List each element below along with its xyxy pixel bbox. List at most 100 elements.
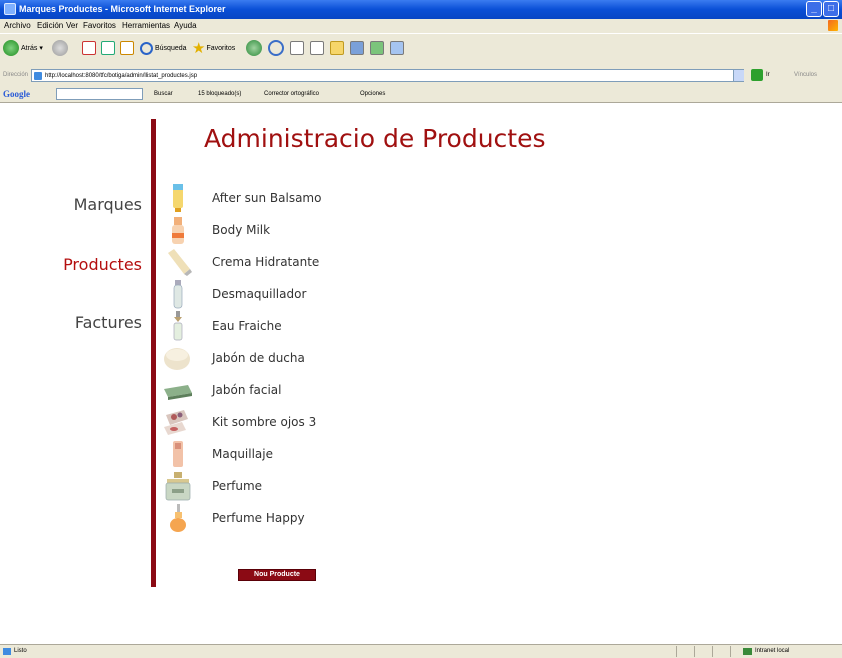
status-text: Listo xyxy=(14,648,27,654)
edit-button[interactable] xyxy=(310,39,324,57)
product-row[interactable]: After sun Balsamo xyxy=(162,183,412,213)
product-name[interactable]: After sun Balsamo xyxy=(212,191,321,205)
search-label: Búsqueda xyxy=(155,44,187,52)
standard-toolbar: Atrás ▾ Búsqueda ★ Favoritos xyxy=(0,33,842,64)
eyeshadow-kit-icon xyxy=(164,410,188,435)
product-name[interactable]: Crema Hidratante xyxy=(212,255,319,269)
forward-arrow-icon xyxy=(52,40,68,56)
product-row[interactable]: Body Milk xyxy=(162,215,412,245)
google-logo[interactable]: Google xyxy=(3,89,30,99)
bottle-clear-icon xyxy=(173,280,183,309)
back-button[interactable]: Atrás ▾ xyxy=(3,39,43,57)
forward-button[interactable] xyxy=(52,39,68,57)
history-button[interactable] xyxy=(246,39,262,57)
media-icon xyxy=(390,41,404,55)
status-divider xyxy=(712,646,713,657)
media-button[interactable] xyxy=(390,39,404,57)
refresh-button[interactable] xyxy=(101,39,115,57)
links-label[interactable]: Vínculos xyxy=(794,72,817,78)
research-button[interactable] xyxy=(350,39,364,57)
chevron-down-icon: ▾ xyxy=(39,45,43,52)
status-divider xyxy=(676,646,677,657)
page-icon xyxy=(34,72,42,80)
vertical-divider xyxy=(151,119,156,587)
url-field[interactable]: http://localhost:8080/tfc/botiga/admin/l… xyxy=(31,69,744,82)
messenger-button[interactable] xyxy=(370,39,384,57)
page-done-icon xyxy=(3,648,11,655)
product-name[interactable]: Maquillaje xyxy=(212,447,273,461)
tube-yellow-icon xyxy=(173,184,183,212)
product-name[interactable]: Body Milk xyxy=(212,223,270,237)
jar-icon xyxy=(164,348,190,370)
product-name[interactable]: Jabón facial xyxy=(212,383,281,397)
folder-button[interactable] xyxy=(330,39,344,57)
nav-productes[interactable]: Productes xyxy=(63,255,142,274)
nav-factures[interactable]: Factures xyxy=(75,313,142,332)
window-title: Marques Productes - Microsoft Internet E… xyxy=(19,4,226,14)
print-button[interactable] xyxy=(290,39,304,57)
product-row[interactable]: Jabón de ducha xyxy=(162,343,412,373)
product-name[interactable]: Jabón de ducha xyxy=(212,351,305,365)
ie-icon xyxy=(4,3,16,15)
google-search-input[interactable] xyxy=(56,88,143,100)
menu-edicion[interactable]: Edición xyxy=(37,21,63,30)
product-row[interactable]: Perfume Happy xyxy=(162,503,412,533)
print-icon xyxy=(290,41,304,55)
new-product-button[interactable]: Nou Producte xyxy=(238,569,316,581)
product-row[interactable]: Jabón facial xyxy=(162,375,412,405)
google-toolbar: Google Buscar 15 bloqueado(s) Corrector … xyxy=(0,86,842,103)
product-row[interactable]: Eau Fraiche xyxy=(162,311,412,341)
page-title: Administracio de Productes xyxy=(204,124,546,153)
stop-button[interactable] xyxy=(82,39,96,57)
minimize-button[interactable]: _ xyxy=(806,1,822,17)
favorites-button[interactable]: ★ Favoritos xyxy=(192,39,235,57)
home-icon xyxy=(120,41,134,55)
product-row[interactable]: Maquillaje xyxy=(162,439,412,469)
product-row[interactable]: Desmaquillador xyxy=(162,279,412,309)
mail-icon xyxy=(268,40,284,56)
messenger-icon xyxy=(370,41,384,55)
nav-marques[interactable]: Marques xyxy=(74,195,142,214)
menu-favoritos[interactable]: Favoritos xyxy=(83,21,116,30)
product-row[interactable]: Crema Hidratante xyxy=(162,247,412,277)
go-arrow-icon[interactable] xyxy=(751,69,763,81)
product-name[interactable]: Desmaquillador xyxy=(212,287,306,301)
search-icon xyxy=(140,41,153,55)
google-search-button[interactable]: Buscar xyxy=(154,91,173,97)
home-button[interactable] xyxy=(120,39,134,57)
research-icon xyxy=(350,41,364,55)
product-name[interactable]: Perfume Happy xyxy=(212,511,305,525)
menu-ayuda[interactable]: Ayuda xyxy=(174,21,197,30)
intranet-icon xyxy=(743,648,752,655)
edit-icon xyxy=(310,41,324,55)
status-divider xyxy=(694,646,695,657)
go-label[interactable]: Ir xyxy=(766,72,770,78)
bottle-orange-icon xyxy=(172,217,184,244)
popup-blocked-count[interactable]: 15 bloqueado(s) xyxy=(198,91,241,97)
menu-ver[interactable]: Ver xyxy=(66,21,78,30)
product-name[interactable]: Eau Fraiche xyxy=(212,319,282,333)
favorites-label: Favoritos xyxy=(206,44,236,52)
tube-cream-icon xyxy=(168,249,192,276)
zone-label: Intranet local xyxy=(755,648,790,654)
star-icon: ★ xyxy=(192,40,206,57)
soap-bar-icon xyxy=(164,385,192,400)
options-button[interactable]: Opciones xyxy=(360,91,385,97)
history-icon xyxy=(246,40,262,56)
maximize-button[interactable]: □ xyxy=(823,1,839,17)
url-text: http://localhost:8080/tfc/botiga/admin/l… xyxy=(45,73,198,79)
menu-herramientas[interactable]: Herramientas xyxy=(122,21,170,30)
product-row[interactable]: Kit sombre ojos 3 xyxy=(162,407,412,437)
mail-button[interactable] xyxy=(268,39,284,57)
back-label: Atrás xyxy=(21,44,38,52)
product-row[interactable]: Perfume xyxy=(162,471,412,501)
spell-checker-button[interactable]: Corrector ortográfico xyxy=(264,91,319,97)
stop-icon xyxy=(82,41,96,55)
address-dropdown[interactable] xyxy=(733,70,744,81)
product-name[interactable]: Perfume xyxy=(212,479,262,493)
windows-logo-icon xyxy=(828,20,838,31)
menu-archivo[interactable]: Archivo xyxy=(4,21,31,30)
product-name[interactable]: Kit sombre ojos 3 xyxy=(212,415,316,429)
search-button[interactable]: Búsqueda xyxy=(140,39,187,57)
perfume-happy-icon xyxy=(170,504,186,532)
